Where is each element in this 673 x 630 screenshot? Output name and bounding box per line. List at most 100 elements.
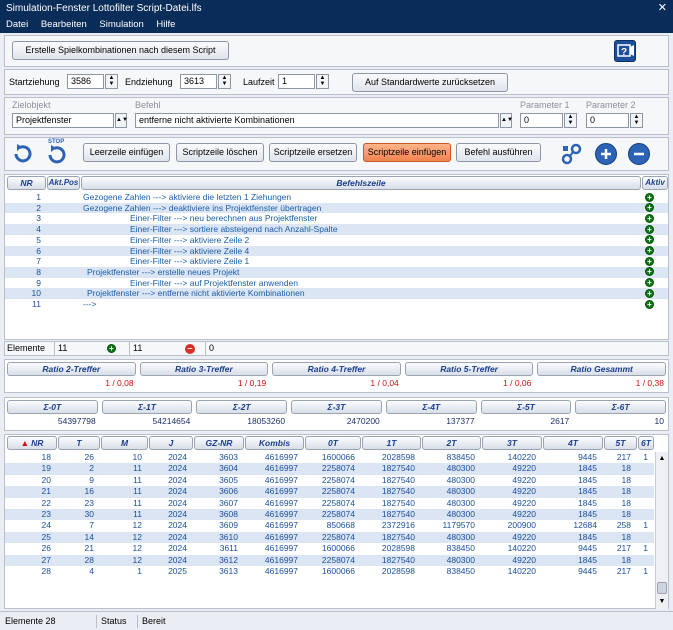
results-row[interactable]: 19 2 11 2024 3604 4616997 2258074 1827540 480300… <box>5 463 654 475</box>
ratio-header[interactable]: Ratio Gesammt <box>537 362 666 376</box>
ratio-header[interactable]: Ratio 2-Treffer <box>7 362 136 376</box>
ratio-header[interactable]: Ratio 5-Treffer <box>404 362 534 376</box>
active-plus-icon[interactable]: + <box>645 213 654 223</box>
results-row[interactable]: 27 28 12 2024 3612 4616997 2258074 1827540 48030… <box>5 554 654 566</box>
scroll-up-icon[interactable]: ▲ <box>657 454 667 464</box>
results-header[interactable]: ▲ NR <box>7 436 57 450</box>
target-dropdown-icon[interactable]: ▲▼ <box>115 113 128 128</box>
sum-header[interactable]: Σ-0T <box>7 400 98 414</box>
insert-script-line-button[interactable]: Scriptzeile einfügen <box>363 143 451 162</box>
results-header[interactable]: GZ-NR <box>194 436 244 450</box>
close-icon[interactable]: ✕ <box>658 0 667 17</box>
results-row[interactable]: 21 16 11 2024 3606 4616997 2258074 1827540 48030… <box>5 486 654 498</box>
menu-datei[interactable]: Datei <box>6 19 28 30</box>
target-select[interactable]: Projektfenster <box>12 113 114 128</box>
script-row[interactable]: 5 Einer-Filter ---> aktiviere Zeile 2 + <box>5 235 668 246</box>
end-draw-input[interactable]: 3613 <box>180 74 217 89</box>
menu-simulation[interactable]: Simulation <box>99 19 143 30</box>
script-row[interactable]: 7 Einer-Filter ---> aktiviere Zeile 1 + <box>5 256 668 267</box>
add-circle-icon[interactable] <box>595 143 617 165</box>
results-row[interactable]: 20 9 11 2024 3605 4616997 2258074 1827540 480300… <box>5 475 654 486</box>
param1-spinner[interactable]: ▲ ▼ <box>564 113 577 128</box>
results-header[interactable]: 6T <box>638 436 654 450</box>
results-cell: 3604 <box>219 463 238 474</box>
execute-command-button[interactable]: Befehl ausführen <box>456 143 541 162</box>
results-row[interactable]: 24 7 12 2024 3609 4616997 850668 2372916 1179570… <box>5 520 654 531</box>
end-draw-spinner[interactable]: ▲ ▼ <box>218 74 231 89</box>
results-scrollbar[interactable]: ▲ ▼ <box>655 452 668 609</box>
active-plus-icon[interactable]: + <box>645 299 654 309</box>
sum-header[interactable]: Σ-6T <box>575 400 666 414</box>
insert-empty-line-button[interactable]: Leerzeile einfügen <box>83 143 170 162</box>
ratio-header[interactable]: Ratio 4-Treffer <box>272 362 401 376</box>
active-plus-icon[interactable]: + <box>645 278 654 288</box>
script-row[interactable]: 8 Projektfenster ---> erstelle neues Proj… <box>5 266 668 278</box>
active-plus-icon[interactable]: + <box>645 235 654 245</box>
results-header[interactable]: M <box>101 436 148 450</box>
results-header[interactable]: Kombis <box>245 436 304 450</box>
remove-circle-icon[interactable] <box>628 143 650 165</box>
script-row[interactable]: 11 ---> + <box>5 299 668 310</box>
sum-header[interactable]: Σ-4T <box>385 400 477 414</box>
col-aktiv[interactable]: Aktiv <box>642 176 668 190</box>
reset-defaults-button[interactable]: Auf Standardwerte zurücksetzen <box>352 73 508 92</box>
results-header[interactable]: 1T <box>362 436 421 450</box>
results-row[interactable]: 25 14 12 2024 3610 4616997 2258074 1827540 48030… <box>5 531 654 544</box>
network-settings-icon[interactable] <box>561 143 583 165</box>
refresh-icon[interactable] <box>11 142 35 166</box>
active-plus-icon[interactable]: + <box>645 246 654 255</box>
results-cell: 1845 <box>578 531 597 542</box>
help-video-icon[interactable]: ? <box>614 40 636 62</box>
results-header[interactable]: 2T <box>422 436 481 450</box>
script-row[interactable]: 9 Einer-Filter ---> auf Projektfenster an… <box>5 278 668 289</box>
col-akt-pos[interactable]: Akt.Pos <box>47 176 80 190</box>
scroll-thumb[interactable] <box>657 582 667 594</box>
results-row[interactable]: 18 26 10 2024 3603 4616997 1600066 2028598 83845… <box>5 452 654 463</box>
sum-header[interactable]: Σ-1T <box>101 400 193 414</box>
command-dropdown-icon[interactable]: ▲▼ <box>500 113 513 128</box>
col-befehlszeile[interactable]: Befehlszeile <box>81 176 641 190</box>
create-combinations-button[interactable]: Erstelle Spielkombinationen nach diesem … <box>12 41 229 60</box>
script-row[interactable]: 3 Einer-Filter ---> neu berechnen aus Pro… <box>5 213 668 224</box>
script-row[interactable]: 6 Einer-Filter ---> aktiviere Zeile 4 + <box>5 245 668 257</box>
results-header[interactable]: 3T <box>482 436 542 450</box>
script-row[interactable]: 10 Projektfenster ---> entferne nicht akt… <box>5 288 668 299</box>
results-row[interactable]: 22 23 11 2024 3607 4616997 2258074 1827540 48030… <box>5 498 654 509</box>
sum-header[interactable]: Σ-3T <box>291 400 382 414</box>
active-plus-icon[interactable]: + <box>645 288 654 298</box>
param2-spinner[interactable]: ▲ ▼ <box>630 113 643 128</box>
active-plus-icon[interactable]: + <box>645 192 654 202</box>
stop-icon[interactable]: STOP <box>45 139 69 167</box>
results-header[interactable]: 0T <box>305 436 361 450</box>
results-row[interactable]: 28 4 1 2025 3613 4616997 1600066 2028598 838450 1… <box>5 566 654 577</box>
script-row[interactable]: 4 Einer-Filter ---> sortiere absteigend n… <box>5 224 668 235</box>
runtime-spinner[interactable]: ▲ ▼ <box>316 74 329 89</box>
results-header[interactable]: 5T <box>604 436 637 450</box>
col-nr[interactable]: NR <box>7 176 46 190</box>
sum-header[interactable]: Σ-5T <box>480 400 572 414</box>
active-plus-icon[interactable]: + <box>645 267 654 277</box>
start-draw-input[interactable]: 3586 <box>67 74 104 89</box>
sum-header[interactable]: Σ-2T <box>196 400 288 414</box>
command-select[interactable]: entferne nicht aktivierte Kombinationen <box>135 113 499 128</box>
results-header[interactable]: T <box>58 436 100 450</box>
results-header[interactable]: J <box>149 436 193 450</box>
ratio-header[interactable]: Ratio 3-Treffer <box>139 362 269 376</box>
menu-hilfe[interactable]: Hilfe <box>156 19 175 30</box>
active-plus-icon[interactable]: + <box>645 256 654 266</box>
script-row[interactable]: 2 Gezogene Zahlen ---> deaktiviere ins Pr… <box>5 202 668 214</box>
runtime-input[interactable]: 1 <box>278 74 315 89</box>
replace-script-line-button[interactable]: Scriptzeile ersetzen <box>269 143 357 162</box>
menu-bearbeiten[interactable]: Bearbeiten <box>41 19 87 30</box>
script-row[interactable]: 1 Gezogene Zahlen ---> aktiviere die letz… <box>5 192 668 203</box>
active-plus-icon[interactable]: + <box>645 203 654 213</box>
start-draw-spinner[interactable]: ▲ ▼ <box>105 74 118 89</box>
results-row[interactable]: 23 30 11 2024 3608 4616997 2258074 1827540 48030… <box>5 509 654 521</box>
scroll-down-icon[interactable]: ▼ <box>657 597 667 607</box>
param2-input[interactable]: 0 <box>586 113 629 128</box>
delete-script-line-button[interactable]: Scriptzeile löschen <box>176 143 264 162</box>
param1-input[interactable]: 0 <box>520 113 563 128</box>
active-plus-icon[interactable]: + <box>645 224 654 234</box>
results-header[interactable]: 4T <box>543 436 603 450</box>
results-row[interactable]: 26 21 12 2024 3611 4616997 1600066 2028598 83845… <box>5 543 654 554</box>
